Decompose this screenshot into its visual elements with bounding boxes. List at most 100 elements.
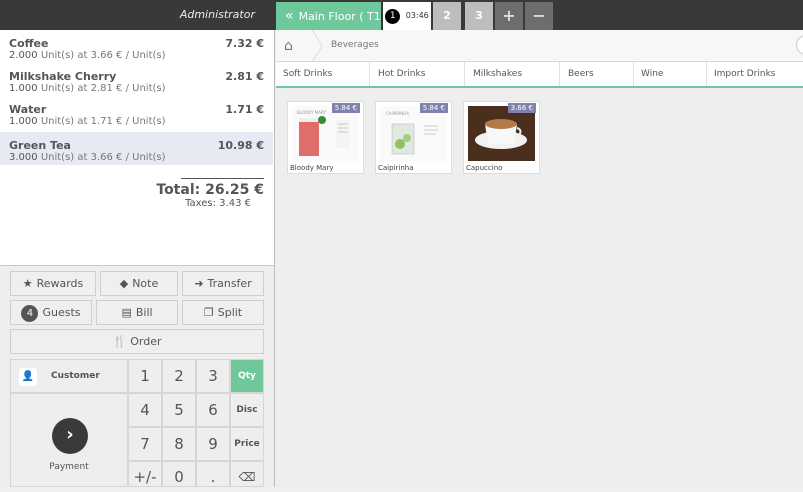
guests-button[interactable]: 4 Guests — [10, 300, 92, 325]
product-card[interactable]: BLOODY MARY 5.84 € Bloody Mary — [287, 101, 364, 174]
numpad-key-5[interactable]: 5 — [162, 393, 196, 427]
backspace-icon[interactable]: ⌫ — [230, 461, 264, 487]
line-qty: 3.000 — [9, 152, 38, 163]
note-button[interactable]: ◆ Note — [100, 271, 178, 296]
chevron-right-icon: › — [52, 418, 88, 454]
split-button[interactable]: ❐ Split — [182, 300, 264, 325]
line-qty: 2.000 — [9, 50, 38, 61]
customer-label: Customer — [51, 371, 100, 381]
line-price: 7.32 € — [225, 37, 264, 50]
order-line[interactable]: Water 1.71 € 1.000 Unit(s) at 1.71 € / U… — [0, 96, 273, 129]
cutlery-icon: 🍴 — [112, 335, 127, 348]
numpad-key-dot[interactable]: . — [196, 461, 230, 487]
line-unit-info: Unit(s) at 3.66 € / Unit(s) — [40, 50, 166, 61]
product-grid: BLOODY MARY 5.84 € Bloody Mary CAIPIRINH… — [276, 90, 803, 487]
user-name[interactable]: Administrator — [0, 0, 275, 30]
product-name: Capuccino — [466, 164, 503, 172]
line-detail: 1.000 Unit(s) at 1.71 € / Unit(s) — [9, 116, 166, 127]
numpad: 👤 Customer › Payment 1 2 3 Qty 4 5 6 Dis… — [10, 359, 264, 487]
arrow-right-icon: ➜ — [194, 277, 204, 290]
line-product-name: Green Tea — [9, 139, 71, 152]
category-hot-drinks[interactable]: Hot Drinks — [371, 62, 465, 86]
category-beers[interactable]: Beers — [561, 62, 634, 86]
double-chevron-left-icon: « — [285, 8, 294, 24]
guests-label: Guests — [42, 306, 81, 319]
payment-button[interactable]: › Payment — [10, 393, 128, 487]
category-wine[interactable]: Wine — [634, 62, 707, 86]
order-tab-2[interactable]: 2 — [433, 2, 461, 30]
line-unit-info: Unit(s) at 3.66 € / Unit(s) — [40, 152, 166, 163]
line-detail: 1.000 Unit(s) at 2.81 € / Unit(s) — [9, 83, 166, 94]
line-price: 10.98 € — [217, 139, 264, 152]
order-taxes: Taxes: 3.43 € — [185, 198, 251, 209]
numpad-key-7[interactable]: 7 — [128, 427, 162, 461]
image-caption: BLOODY MARY — [297, 110, 326, 115]
search-toggle[interactable] — [796, 35, 803, 55]
breadcrumb-beverages[interactable]: Beverages — [331, 40, 379, 50]
mode-price-button[interactable]: Price — [230, 427, 264, 461]
bill-label: Bill — [135, 306, 153, 319]
add-order-button[interactable]: + — [495, 2, 523, 30]
line-product-name: Milkshake Cherry — [9, 70, 117, 83]
numpad-key-2[interactable]: 2 — [162, 359, 196, 393]
product-price: 5.84 € — [331, 103, 360, 113]
category-import-drinks[interactable]: Import Drinks — [707, 62, 803, 86]
product-card[interactable]: CAIPIRINHA 5.84 € Caipirinha — [375, 101, 452, 174]
star-icon: ★ — [22, 277, 33, 290]
capuccino-image — [468, 106, 535, 161]
product-image — [468, 106, 535, 161]
numpad-key-4[interactable]: 4 — [128, 393, 162, 427]
rewards-button[interactable]: ★ Rewards — [10, 271, 96, 296]
transfer-button[interactable]: ➜ Transfer — [182, 271, 264, 296]
order-total: Total: 26.25 € — [156, 182, 264, 198]
mode-disc-button[interactable]: Disc — [230, 393, 264, 427]
bill-button[interactable]: ▤ Bill — [96, 300, 178, 325]
line-price: 2.81 € — [225, 70, 264, 83]
numpad-key-0[interactable]: 0 — [162, 461, 196, 487]
product-price: 5.84 € — [419, 103, 448, 113]
order-line[interactable]: Milkshake Cherry 2.81 € 1.000 Unit(s) at… — [0, 63, 273, 96]
category-soft-drinks[interactable]: Soft Drinks — [276, 62, 370, 86]
order-number-badge: 1 — [385, 8, 401, 24]
order-button[interactable]: 🍴 Order — [10, 329, 264, 354]
floor-back-button[interactable]: «Main Floor ( T1 ) — [276, 2, 381, 51]
transfer-label: Transfer — [207, 277, 252, 290]
customer-button[interactable]: 👤 Customer — [10, 359, 128, 393]
line-price: 1.71 € — [225, 103, 264, 116]
category-bar: Soft Drinks Hot Drinks Milkshakes Beers … — [276, 62, 803, 88]
line-qty: 1.000 — [9, 83, 38, 94]
product-price: 3.66 € — [507, 103, 536, 113]
breadcrumb-separator — [312, 30, 323, 62]
line-detail: 2.000 Unit(s) at 3.66 € / Unit(s) — [9, 50, 166, 61]
order-tab-3[interactable]: 3 — [465, 2, 493, 30]
line-qty: 1.000 — [9, 116, 38, 127]
guests-count: 4 — [21, 304, 39, 322]
caipirinha-image: CAIPIRINHA — [386, 111, 438, 155]
numpad-key-9[interactable]: 9 — [196, 427, 230, 461]
image-caption: CAIPIRINHA — [386, 111, 409, 116]
totals-divider — [181, 178, 264, 179]
numpad-key-6[interactable]: 6 — [196, 393, 230, 427]
line-product-name: Water — [9, 103, 47, 116]
split-label: Split — [217, 306, 243, 319]
numpad-key-3[interactable]: 3 — [196, 359, 230, 393]
product-name: Caipirinha — [378, 164, 414, 172]
remove-order-button[interactable]: − — [525, 2, 553, 30]
home-icon[interactable]: ⌂ — [284, 38, 293, 54]
numpad-key-1[interactable]: 1 — [128, 359, 162, 393]
rewards-label: Rewards — [36, 277, 84, 290]
order-line-selected[interactable]: Green Tea 10.98 € 3.000 Unit(s) at 3.66 … — [0, 132, 273, 165]
payment-label: Payment — [49, 462, 89, 472]
product-card[interactable]: 3.66 € Capuccino — [463, 101, 540, 174]
product-image: CAIPIRINHA — [380, 106, 447, 161]
order-label: Order — [130, 335, 162, 348]
bloody-mary-image: BLOODY MARY — [297, 110, 350, 156]
numpad-key-8[interactable]: 8 — [162, 427, 196, 461]
order-tab-active[interactable]: 1 03:46 — [383, 2, 431, 30]
line-unit-info: Unit(s) at 2.81 € / Unit(s) — [40, 83, 166, 94]
numpad-key-plusminus[interactable]: +/- — [128, 461, 162, 487]
category-milkshakes[interactable]: Milkshakes — [466, 62, 560, 86]
user-icon: 👤 — [19, 368, 37, 386]
order-line[interactable]: Coffee 7.32 € 2.000 Unit(s) at 3.66 € / … — [0, 30, 273, 63]
mode-qty-button[interactable]: Qty — [230, 359, 264, 393]
